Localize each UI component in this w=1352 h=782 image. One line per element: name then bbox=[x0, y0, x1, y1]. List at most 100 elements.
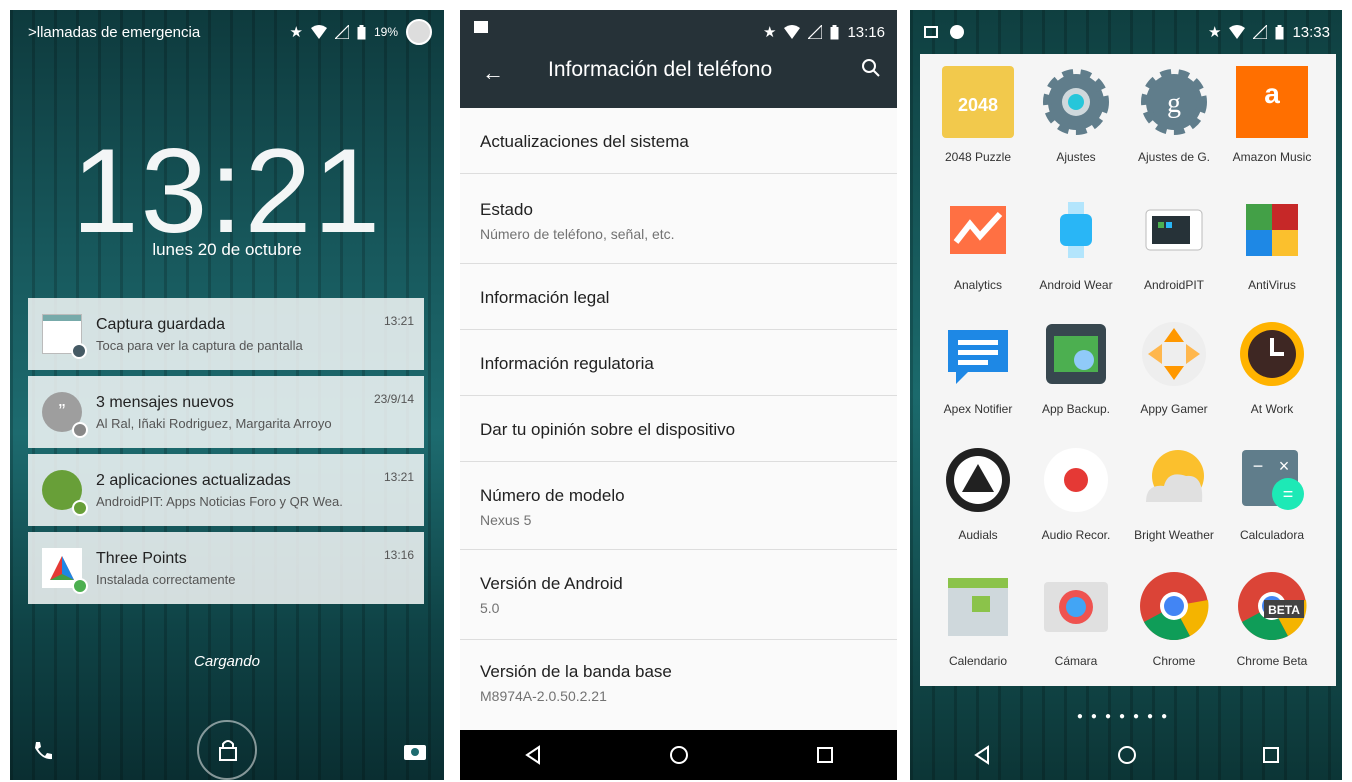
recents-nav-icon[interactable] bbox=[816, 746, 834, 764]
app-chrome-beta[interactable]: BETA Chrome Beta bbox=[1222, 570, 1322, 668]
svg-text:g: g bbox=[1167, 88, 1181, 119]
wifi-icon bbox=[1229, 25, 1246, 39]
home-nav-icon[interactable] bbox=[669, 745, 689, 765]
status-bar: >llamadas de emergencia ★ 19% bbox=[10, 10, 444, 54]
google-gear-icon: g bbox=[1138, 66, 1210, 138]
app-calendar[interactable]: Calendario bbox=[928, 570, 1028, 668]
notification-screenshot[interactable]: Captura guardada Toca para ver la captura… bbox=[28, 298, 424, 370]
settings-item-model[interactable]: Número de modelo Nexus 5 bbox=[460, 462, 897, 550]
settings-item-system-updates[interactable]: Actualizaciones del sistema bbox=[460, 108, 897, 174]
app-app-backup[interactable]: App Backup. bbox=[1026, 318, 1126, 416]
notification-install[interactable]: Three Points Instalada correctamente 13:1… bbox=[28, 532, 424, 604]
settings-item-android-version[interactable]: Versión de Android 5.0 bbox=[460, 550, 897, 640]
app-calculator[interactable]: − × = Calculadora bbox=[1222, 444, 1322, 542]
status-bar: ★ 13:33 bbox=[910, 10, 1342, 54]
battery-icon bbox=[357, 24, 366, 39]
notification-updates[interactable]: 2 aplicaciones actualizadas AndroidPIT: A… bbox=[28, 454, 424, 526]
app-bar: ★ 13:16 ← Información del teléfono bbox=[460, 10, 897, 108]
app-chrome[interactable]: Chrome bbox=[1124, 570, 1224, 668]
svg-text:=: = bbox=[1283, 484, 1294, 504]
app-google-settings[interactable]: g Ajustes de G. bbox=[1124, 66, 1224, 164]
androidpit-icon bbox=[1138, 194, 1210, 266]
wifi-icon bbox=[784, 25, 801, 39]
app-settings[interactable]: Ajustes bbox=[1026, 66, 1126, 164]
about-phone-screen: ★ 13:16 ← Información del teléfono Actua… bbox=[460, 10, 897, 780]
nav-bar bbox=[460, 730, 897, 780]
star-icon: ★ bbox=[763, 24, 777, 41]
camera-app-icon bbox=[1040, 570, 1112, 642]
page-indicator: ●●●●●●● bbox=[1076, 711, 1176, 722]
app-apex-notifier[interactable]: Apex Notifier bbox=[928, 318, 1028, 416]
weather-icon bbox=[1138, 444, 1210, 516]
svg-text:−: − bbox=[1253, 456, 1264, 476]
status-time: 13:33 bbox=[1292, 23, 1330, 41]
lock-date: lunes 20 de octubre bbox=[152, 240, 302, 259]
search-icon[interactable] bbox=[861, 58, 881, 78]
record-icon bbox=[1040, 444, 1112, 516]
app-at-work[interactable]: At Work bbox=[1222, 318, 1322, 416]
three-points-icon bbox=[42, 548, 88, 594]
settings-item-feedback[interactable]: Dar tu opinión sobre el dispositivo bbox=[460, 396, 897, 462]
puzzle-2048-icon: 2048 bbox=[942, 66, 1014, 138]
app-analytics[interactable]: Analytics bbox=[928, 194, 1028, 292]
gear-icon bbox=[1040, 66, 1112, 138]
status-time: 13:16 bbox=[847, 23, 885, 41]
calculator-icon: − × = bbox=[1236, 444, 1308, 516]
calendar-icon bbox=[942, 570, 1014, 642]
unlock-button[interactable] bbox=[197, 720, 257, 780]
apex-notifier-icon bbox=[942, 318, 1014, 390]
page-title: Información del teléfono bbox=[548, 58, 773, 81]
camera-icon[interactable] bbox=[404, 742, 426, 760]
avg-icon bbox=[1236, 194, 1308, 266]
back-arrow-icon[interactable]: ← bbox=[482, 60, 504, 86]
app-audials[interactable]: Audials bbox=[928, 444, 1028, 542]
back-nav-icon[interactable] bbox=[972, 745, 992, 765]
avatar[interactable] bbox=[406, 19, 432, 45]
audials-icon bbox=[942, 444, 1014, 516]
star-icon: ★ bbox=[289, 24, 303, 41]
signal-icon bbox=[1253, 25, 1268, 39]
clock-icon bbox=[1236, 318, 1308, 390]
svg-text:BETA: BETA bbox=[1268, 603, 1300, 617]
app-amazon-music[interactable]: a Amazon Music bbox=[1222, 66, 1322, 164]
app-audio-recorder[interactable]: Audio Recor. bbox=[1026, 444, 1126, 542]
emergency-calls-link[interactable]: >llamadas de emergencia bbox=[28, 24, 200, 41]
app-androidpit[interactable]: AndroidPIT bbox=[1124, 194, 1224, 292]
app-camera[interactable]: Cámara bbox=[1026, 570, 1126, 668]
settings-item-regulatory[interactable]: Información regulatoria bbox=[460, 330, 897, 396]
chrome-icon bbox=[1138, 570, 1210, 642]
app-bright-weather[interactable]: Bright Weather bbox=[1124, 444, 1224, 542]
chrome-beta-icon: BETA bbox=[1236, 570, 1308, 642]
app-android-wear[interactable]: Android Wear bbox=[1026, 194, 1126, 292]
recents-nav-icon[interactable] bbox=[1262, 746, 1280, 764]
play-store-icon bbox=[42, 470, 88, 516]
settings-item-legal[interactable]: Información legal bbox=[460, 264, 897, 330]
star-icon: ★ bbox=[1208, 24, 1222, 41]
svg-text:×: × bbox=[1279, 456, 1290, 476]
settings-item-baseband[interactable]: Versión de la banda base M8974A-2.0.50.2.… bbox=[460, 640, 897, 730]
app-antivirus[interactable]: AntiVirus bbox=[1222, 194, 1322, 292]
phone-icon[interactable] bbox=[32, 740, 54, 762]
app-2048-puzzle[interactable]: 2048 2048 Puzzle bbox=[928, 66, 1028, 164]
appy-gamer-icon bbox=[1138, 318, 1210, 390]
status-bar: ★ 13:16 bbox=[460, 10, 897, 44]
battery-icon bbox=[1275, 24, 1284, 39]
back-nav-icon[interactable] bbox=[523, 745, 543, 765]
app-drawer-screen: ★ 13:33 2048 2048 Puzzle Ajustes g Ajustes… bbox=[910, 10, 1342, 780]
amazon-music-icon: a bbox=[1236, 66, 1308, 138]
settings-item-status[interactable]: Estado Número de teléfono, señal, etc. bbox=[460, 174, 897, 264]
app-appy-gamer[interactable]: Appy Gamer bbox=[1124, 318, 1224, 416]
lock-screen: >llamadas de emergencia ★ 19% 13:21 lune… bbox=[10, 10, 444, 780]
analytics-icon bbox=[942, 194, 1014, 266]
screenshot-status-icon bbox=[474, 21, 488, 33]
screenshot-icon bbox=[42, 314, 87, 359]
battery-icon bbox=[830, 24, 839, 39]
home-nav-icon[interactable] bbox=[1117, 745, 1137, 765]
nav-bar bbox=[910, 730, 1342, 780]
notification-messages[interactable]: ” 3 mensajes nuevos Al Ral, Iñaki Rodrigu… bbox=[28, 376, 424, 448]
signal-icon bbox=[334, 25, 349, 39]
hangouts-status-icon bbox=[950, 25, 964, 39]
lock-icon bbox=[219, 740, 237, 761]
charging-status: Cargando bbox=[194, 653, 260, 670]
signal-icon bbox=[808, 25, 823, 39]
